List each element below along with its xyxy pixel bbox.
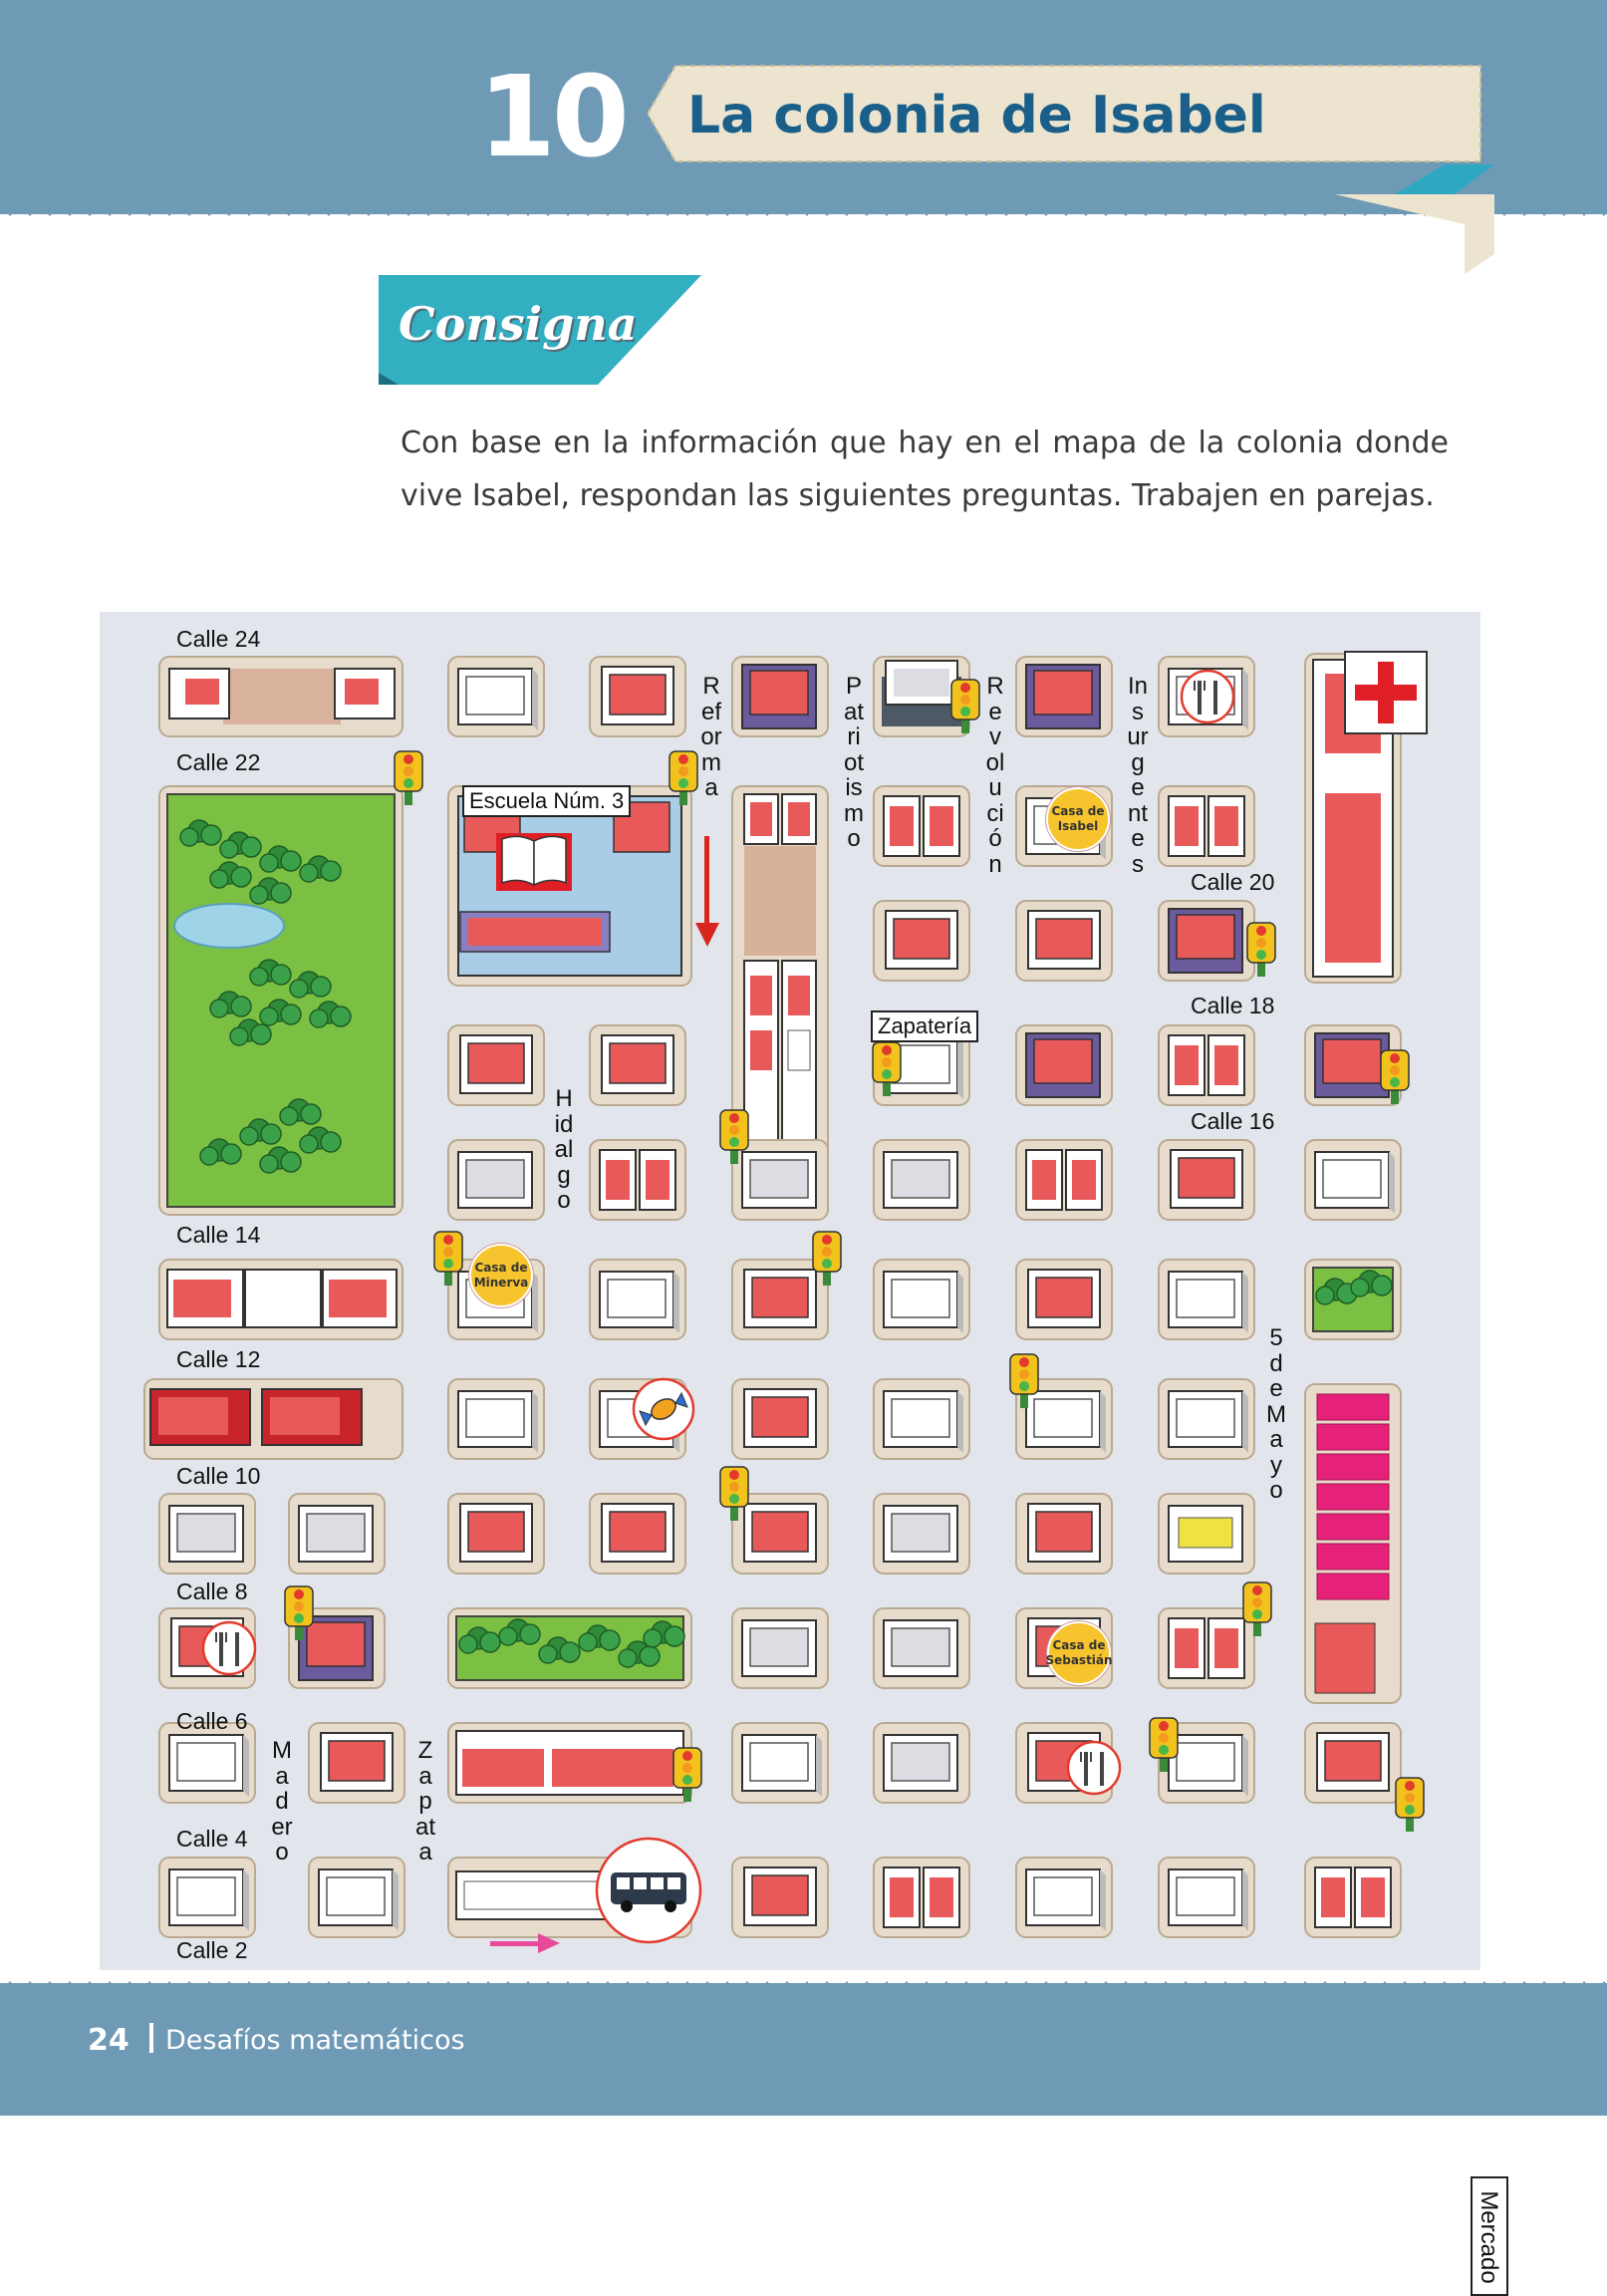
page-title: La colonia de Isabel xyxy=(687,86,1266,145)
street-label-calle-4: Calle 4 xyxy=(176,1826,248,1852)
page-number: 24 xyxy=(88,2023,130,2058)
bus-icon xyxy=(595,1837,702,1944)
street-label-calle-24: Calle 24 xyxy=(176,626,261,652)
street-label-calle-10: Calle 10 xyxy=(176,1463,261,1489)
street-label-zapata: Zapata xyxy=(414,1737,435,1866)
book-title: Desafíos matemáticos xyxy=(165,2025,465,2056)
street-label-revolucion: Revolución xyxy=(985,673,1005,878)
market-label: Mercado xyxy=(1471,2176,1508,2296)
ribbon-tail xyxy=(1335,164,1494,274)
footer-separator xyxy=(149,2023,153,2053)
street-label-calle-12: Calle 12 xyxy=(176,1346,261,1372)
street-label-reforma: Reforma xyxy=(700,673,722,801)
casa-minerva-marker: Casa de Minerva xyxy=(469,1244,533,1307)
street-label-calle-2: Calle 2 xyxy=(176,1937,248,1963)
street-label-calle-6: Calle 6 xyxy=(176,1708,248,1734)
neighborhood-map: Calle 24 Calle 22 Calle 20 Calle 18 Call… xyxy=(100,612,1508,2296)
street-label-calle-20: Calle 20 xyxy=(1191,869,1275,895)
school-label: Escuela Núm. 3 xyxy=(462,785,632,817)
consigna-label: Consigna xyxy=(399,297,638,351)
street-label-insurgentes: Insurgentes xyxy=(1127,673,1149,878)
casa-isabel-marker: Casa de Isabel xyxy=(1046,787,1110,851)
book-icon xyxy=(496,833,572,891)
shoe-store-label: Zapatería xyxy=(871,1010,979,1042)
candy-icon xyxy=(632,1377,695,1441)
street-label-hidalgo: Hidalgo xyxy=(554,1085,574,1214)
market-stalls xyxy=(1316,1393,1390,1600)
instructions-text: Con base en la información que hay en el… xyxy=(401,426,1449,513)
street-label-5-de-mayo: 5 de Mayo xyxy=(1266,1324,1286,1504)
street-label-calle-8: Calle 8 xyxy=(176,1578,248,1604)
lesson-number: 10 xyxy=(478,53,630,182)
street-label-patriotismo: Patriotismo xyxy=(843,673,864,852)
street-label-madero: Madero xyxy=(271,1737,293,1866)
street-label-calle-18: Calle 18 xyxy=(1191,993,1275,1018)
map-drawing xyxy=(143,651,1428,1953)
street-label-calle-22: Calle 22 xyxy=(176,749,261,775)
casa-sebastian-marker: Casa de Sebastián xyxy=(1045,1621,1113,1685)
street-label-calle-16: Calle 16 xyxy=(1191,1108,1275,1134)
street-label-calle-14: Calle 14 xyxy=(176,1222,261,1248)
one-way-arrow-icon xyxy=(695,836,719,947)
